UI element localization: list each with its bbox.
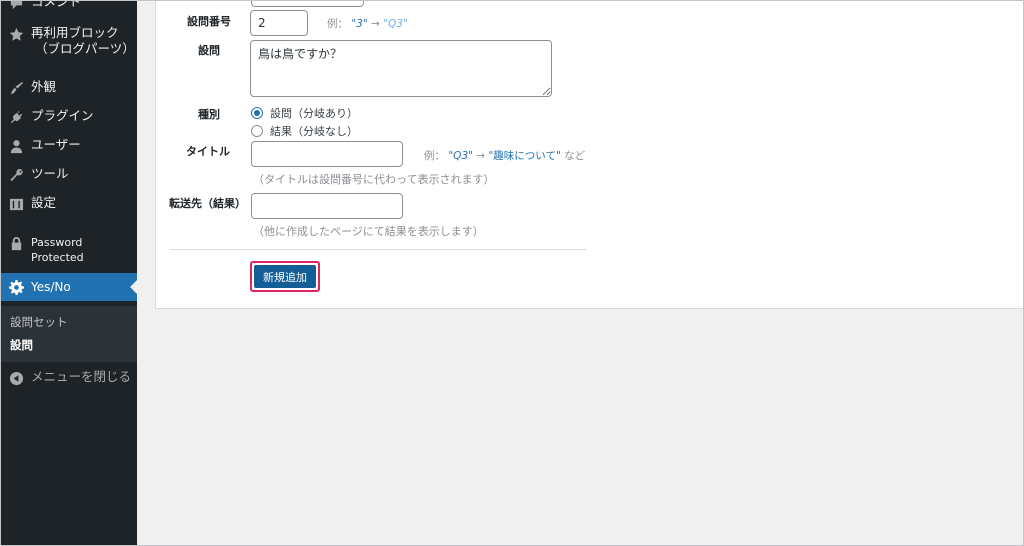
- title-hint: 例： "Q3" → "趣味について" など: [424, 148, 585, 163]
- sidebar-item-comments[interactable]: コメント: [0, 0, 137, 11]
- admin-sidebar: コメント 再利用ブロック （ブログパーツ） 外観 プラグイン ユーザー ツール …: [0, 0, 137, 546]
- hint-arrow: →: [371, 18, 380, 30]
- yes-no-submenu: 設問セット 設問: [0, 306, 137, 362]
- sidebar-item-reusable-blocks[interactable]: 再利用ブロック （ブログパーツ）: [0, 25, 137, 57]
- sidebar-item-label-2: Protected: [31, 251, 84, 264]
- radio-checked-icon[interactable]: [251, 107, 263, 119]
- radio-unchecked-icon[interactable]: [251, 125, 263, 137]
- question-textarea[interactable]: 鳥は鳥ですか？: [250, 40, 552, 97]
- hint-to: "Q3": [383, 18, 408, 30]
- sidebar-item-users[interactable]: ユーザー: [0, 137, 137, 154]
- gear-icon: [8, 279, 24, 295]
- wrench-icon: [8, 167, 24, 183]
- submenu-item-question-sets[interactable]: 設問セット: [10, 314, 68, 330]
- type-option-question[interactable]: 設問（分岐あり）: [251, 105, 358, 121]
- hint-prefix: 例：: [327, 18, 348, 30]
- sidebar-item-label: 再利用ブロック: [31, 25, 119, 40]
- sidebar-item-plugins[interactable]: プラグイン: [0, 108, 137, 125]
- plugin-icon: [8, 109, 24, 125]
- sidebar-item-appearance[interactable]: 外観: [0, 79, 137, 96]
- hint-from: "3": [351, 18, 368, 30]
- sidebar-item-settings[interactable]: 設定: [0, 195, 137, 212]
- type-option-result[interactable]: 結果（分岐なし）: [251, 123, 358, 139]
- settings-icon: [8, 196, 24, 212]
- redirect-label: 転送先（結果）: [169, 197, 246, 210]
- question-label: 設問: [198, 44, 220, 57]
- sidebar-item-tools[interactable]: ツール: [0, 166, 137, 183]
- question-number-input[interactable]: [250, 10, 308, 36]
- form-divider: [170, 249, 587, 250]
- hint-prefix: 例：: [424, 150, 445, 162]
- collapse-menu-label: メニューを閉じる: [31, 369, 132, 384]
- lock-icon: [8, 235, 24, 251]
- redirect-input[interactable]: [251, 193, 403, 219]
- hint-arrow: →: [476, 150, 486, 162]
- question-number-hint: 例： "3" → "Q3": [327, 16, 408, 31]
- sidebar-item-label: ユーザー: [31, 137, 81, 152]
- previous-field-input[interactable]: [251, 0, 364, 7]
- paintbrush-icon: [8, 80, 24, 96]
- type-option-label: 設問（分岐あり）: [270, 107, 358, 120]
- collapse-menu-button[interactable]: メニューを閉じる: [0, 369, 137, 386]
- hint-to: "趣味について": [488, 150, 561, 162]
- sidebar-item-label: プラグイン: [31, 108, 94, 123]
- hint-from: "Q3": [448, 150, 473, 162]
- add-new-button[interactable]: 新規追加: [254, 265, 316, 288]
- star-icon: [8, 26, 24, 42]
- hint-suffix: など: [564, 150, 586, 162]
- redirect-note: （他に作成したページにて結果を表示します）: [253, 225, 484, 238]
- title-note: （タイトルは設問番号に代わって表示されます）: [253, 173, 495, 186]
- sidebar-item-password-protected[interactable]: Password Protected: [0, 235, 137, 265]
- sidebar-item-label: ツール: [31, 166, 69, 181]
- sidebar-item-label: 設定: [31, 195, 57, 210]
- comment-icon: [8, 0, 24, 11]
- sidebar-item-label: Yes/No: [31, 280, 71, 294]
- type-option-label: 結果（分岐なし）: [270, 125, 358, 138]
- sidebar-item-yes-no[interactable]: Yes/No: [0, 273, 137, 301]
- title-input[interactable]: [251, 141, 403, 167]
- sidebar-item-label: Password: [31, 236, 83, 249]
- user-icon: [8, 138, 24, 154]
- type-label: 種別: [198, 108, 220, 121]
- title-label: タイトル: [186, 145, 230, 158]
- question-form-panel: 設問番号 例： "3" → "Q3" 設問 鳥は鳥ですか？ 種別 設問（分岐あり…: [155, 0, 1024, 309]
- question-number-label: 設問番号: [187, 15, 231, 28]
- sidebar-item-label-2: （ブログパーツ）: [35, 41, 135, 56]
- sidebar-item-label: 外観: [31, 79, 57, 94]
- sidebar-item-label: コメント: [31, 0, 82, 9]
- collapse-arrow-icon: [8, 370, 24, 386]
- submenu-item-questions[interactable]: 設問: [10, 337, 33, 353]
- highlight-outline: 新規追加: [250, 261, 320, 292]
